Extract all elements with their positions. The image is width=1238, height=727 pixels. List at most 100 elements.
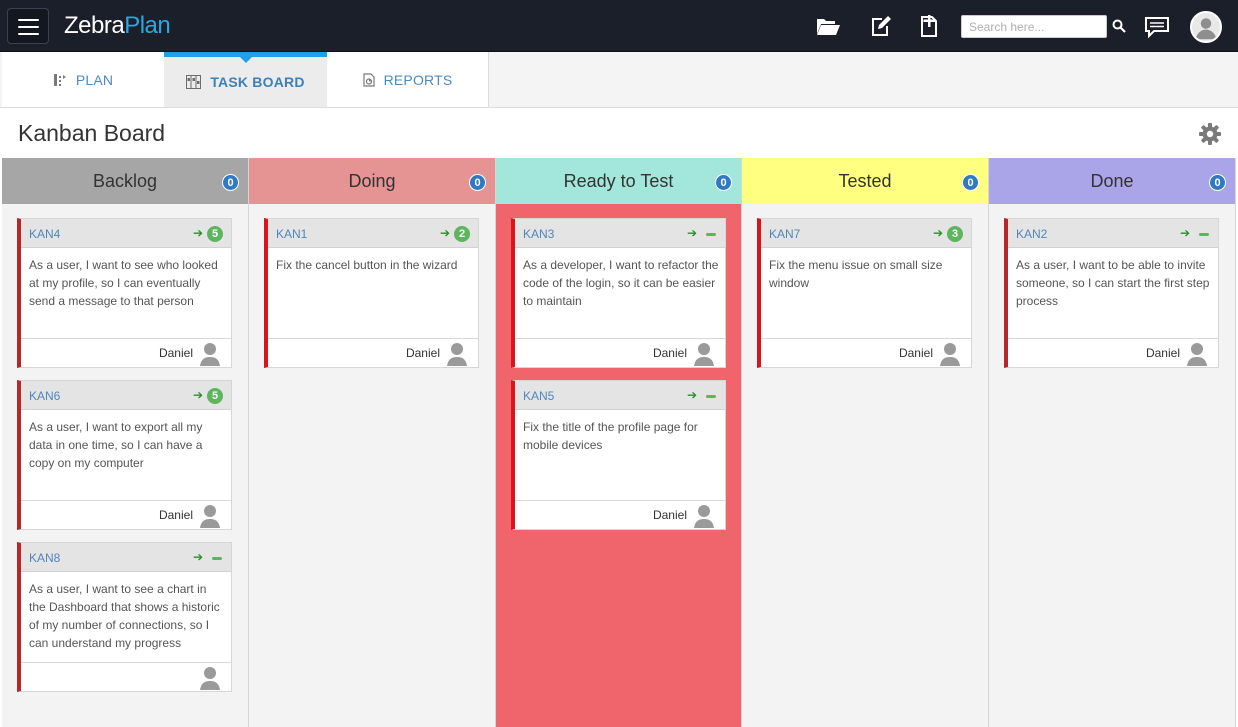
card-header: KAN6 ➔ 5 bbox=[21, 381, 231, 410]
card-footer: Daniel bbox=[21, 338, 231, 367]
card-header: KAN7 ➔ 3 bbox=[761, 219, 971, 248]
column-backlog: Backlog 0 KAN4 ➔ 5 As a user, I want to … bbox=[2, 158, 249, 727]
card-footer: Daniel bbox=[268, 338, 478, 367]
card-id-link[interactable]: KAN5 bbox=[523, 389, 554, 403]
move-arrow-icon[interactable]: ➔ bbox=[193, 226, 203, 240]
card-footer: Daniel bbox=[1008, 338, 1218, 367]
column-title: Doing bbox=[348, 170, 396, 191]
move-arrow-icon[interactable]: ➔ bbox=[193, 388, 203, 402]
card-description: As a user, I want to export all my data … bbox=[29, 420, 203, 470]
story-points-badge: 2 bbox=[454, 226, 470, 242]
folder-open-icon[interactable] bbox=[815, 14, 841, 38]
card-header: KAN4 ➔ 5 bbox=[21, 219, 231, 248]
tab-task-board-label: TASK BOARD bbox=[210, 74, 305, 90]
user-avatar-icon bbox=[1187, 343, 1207, 366]
user-avatar-icon bbox=[940, 343, 960, 366]
card-id-link[interactable]: KAN7 bbox=[769, 227, 800, 241]
no-points-indicator bbox=[1199, 233, 1209, 236]
story-points-badge: 3 bbox=[947, 226, 963, 242]
user-avatar-icon bbox=[447, 343, 467, 366]
card-id-link[interactable]: KAN8 bbox=[29, 551, 60, 565]
card-owner: Daniel bbox=[158, 508, 193, 522]
column-ready-to-test: Ready to Test 0 KAN3 ➔ As a developer, I… bbox=[496, 158, 742, 727]
task-card-kan1[interactable]: KAN1 ➔ 2 Fix the cancel button in the wi… bbox=[264, 218, 479, 368]
tab-task-board[interactable]: TASK BOARD bbox=[164, 52, 327, 107]
column-header: Backlog 0 bbox=[2, 158, 248, 204]
column-count-badge: 0 bbox=[222, 174, 239, 191]
gear-icon[interactable] bbox=[1198, 122, 1222, 146]
tab-plan[interactable]: PLAN bbox=[2, 52, 164, 107]
column-count-badge: 0 bbox=[962, 174, 979, 191]
user-avatar-icon bbox=[200, 343, 220, 366]
column-header: Tested 0 bbox=[742, 158, 988, 204]
column-done: Done 0 KAN2 ➔ As a user, I want to be ab… bbox=[989, 158, 1236, 727]
top-navbar: ZebraPlan bbox=[0, 0, 1238, 52]
card-owner: Daniel bbox=[652, 508, 687, 522]
app-logo[interactable]: ZebraPlan bbox=[64, 12, 171, 40]
column-doing: Doing 0 KAN1 ➔ 2 Fix the cancel button i… bbox=[249, 158, 496, 727]
story-points-badge: 5 bbox=[207, 226, 223, 242]
no-points-indicator bbox=[212, 557, 222, 560]
card-id-link[interactable]: KAN6 bbox=[29, 389, 60, 403]
column-tested: Tested 0 KAN7 ➔ 3 Fix the menu issue on … bbox=[742, 158, 989, 727]
move-arrow-icon[interactable]: ➔ bbox=[933, 226, 943, 240]
column-title: Done bbox=[1090, 170, 1134, 191]
column-count-badge: 0 bbox=[1209, 174, 1226, 191]
card-id-link[interactable]: KAN4 bbox=[29, 227, 60, 241]
task-card-kan6[interactable]: KAN6 ➔ 5 As a user, I want to export all… bbox=[17, 380, 232, 530]
card-id-link[interactable]: KAN1 bbox=[276, 227, 307, 241]
card-header: KAN3 ➔ bbox=[515, 219, 725, 248]
card-owner: Daniel bbox=[405, 346, 440, 360]
card-header: KAN8 ➔ bbox=[21, 543, 231, 572]
user-avatar-icon bbox=[694, 343, 714, 366]
task-card-kan8[interactable]: KAN8 ➔ As a user, I want to see a chart … bbox=[17, 542, 232, 692]
add-document-icon[interactable] bbox=[917, 14, 943, 38]
column-title: Tested bbox=[838, 170, 892, 191]
column-header: Done 0 bbox=[989, 158, 1235, 204]
story-points-badge: 5 bbox=[207, 388, 223, 404]
search-input[interactable] bbox=[961, 15, 1107, 38]
tab-reports[interactable]: REPORTS bbox=[327, 52, 489, 107]
tab-plan-label: PLAN bbox=[75, 71, 114, 88]
column-header: Ready to Test 0 bbox=[496, 158, 741, 204]
column-count-badge: 0 bbox=[469, 174, 486, 191]
column-count-badge: 0 bbox=[715, 174, 732, 191]
task-card-kan2[interactable]: KAN2 ➔ As a user, I want to be able to i… bbox=[1004, 218, 1219, 368]
task-card-kan4[interactable]: KAN4 ➔ 5 As a user, I want to see who lo… bbox=[17, 218, 232, 368]
logo-main: Zebra bbox=[64, 12, 125, 39]
card-id-link[interactable]: KAN2 bbox=[1016, 227, 1047, 241]
move-arrow-icon[interactable]: ➔ bbox=[1180, 226, 1190, 240]
user-avatar-icon bbox=[200, 505, 220, 528]
card-id-link[interactable]: KAN3 bbox=[523, 227, 554, 241]
user-avatar-icon[interactable] bbox=[1190, 11, 1222, 43]
user-avatar-icon bbox=[694, 505, 714, 528]
edit-icon[interactable] bbox=[868, 14, 894, 38]
card-footer: Daniel bbox=[761, 338, 971, 367]
card-owner: Daniel bbox=[158, 346, 193, 360]
task-card-kan3[interactable]: KAN3 ➔ As a developer, I want to refacto… bbox=[511, 218, 726, 368]
card-footer bbox=[21, 662, 231, 691]
menu-icon[interactable] bbox=[7, 8, 49, 44]
card-description: As a user, I want to see a chart in the … bbox=[29, 582, 220, 650]
card-header: KAN2 ➔ bbox=[1008, 219, 1218, 248]
task-card-kan7[interactable]: KAN7 ➔ 3 Fix the menu issue on small siz… bbox=[757, 218, 972, 368]
search-icon[interactable] bbox=[1112, 19, 1126, 33]
move-arrow-icon[interactable]: ➔ bbox=[687, 226, 697, 240]
move-arrow-icon[interactable]: ➔ bbox=[440, 226, 450, 240]
card-header: KAN1 ➔ 2 bbox=[268, 219, 478, 248]
column-title: Backlog bbox=[92, 170, 158, 191]
task-card-kan5[interactable]: KAN5 ➔ Fix the title of the profile page… bbox=[511, 380, 726, 530]
card-description: As a developer, I want to refactor the c… bbox=[523, 258, 719, 308]
no-points-indicator bbox=[706, 233, 716, 236]
logo-accent: Plan bbox=[124, 12, 171, 39]
card-footer: Daniel bbox=[21, 500, 231, 529]
card-description: As a user, I want to see who looked at m… bbox=[29, 258, 218, 308]
card-header: KAN5 ➔ bbox=[515, 381, 725, 410]
column-header: Doing 0 bbox=[249, 158, 495, 204]
move-arrow-icon[interactable]: ➔ bbox=[687, 388, 697, 402]
comments-icon[interactable] bbox=[1144, 15, 1170, 39]
move-arrow-icon[interactable]: ➔ bbox=[193, 550, 203, 564]
plan-icon bbox=[53, 73, 67, 87]
taskboard-icon bbox=[186, 75, 202, 89]
no-points-indicator bbox=[706, 395, 716, 398]
